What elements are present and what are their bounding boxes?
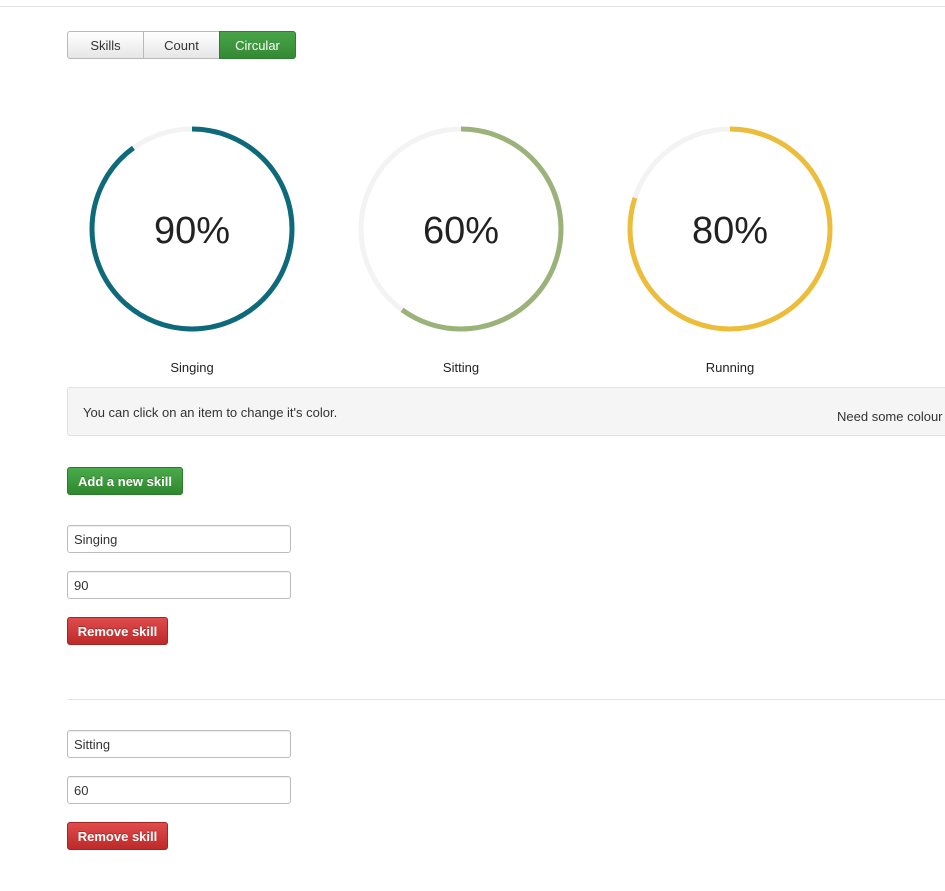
remove-skill-button[interactable]: Remove skill bbox=[67, 822, 168, 850]
skill-name-input[interactable] bbox=[67, 730, 291, 758]
skill-value-input[interactable] bbox=[67, 571, 291, 599]
skill-name-input[interactable] bbox=[67, 525, 291, 553]
skill-label: Sitting bbox=[442, 360, 480, 375]
editor-divider bbox=[67, 699, 945, 700]
tab-skills[interactable]: Skills bbox=[67, 31, 144, 59]
skill-circle-running[interactable]: 80% Running bbox=[625, 124, 835, 375]
tab-circular[interactable]: Circular bbox=[219, 31, 296, 59]
view-switcher: Skills Count Circular bbox=[67, 31, 296, 59]
skill-label: Singing bbox=[170, 360, 214, 375]
info-box: You can click on an item to change it's … bbox=[67, 387, 945, 436]
top-divider bbox=[0, 6, 945, 7]
skill-value-input[interactable] bbox=[67, 776, 291, 804]
tab-count[interactable]: Count bbox=[143, 31, 220, 59]
skill-percent: 60% bbox=[422, 210, 500, 252]
skill-circle-singing[interactable]: 90% Singing bbox=[87, 124, 297, 375]
colour-help-link[interactable]: Need some colour i bbox=[837, 409, 945, 424]
remove-skill-button[interactable]: Remove skill bbox=[67, 617, 168, 645]
skill-label: Running bbox=[705, 360, 755, 375]
skill-circle-sitting[interactable]: 60% Sitting bbox=[356, 124, 566, 375]
skill-percent: 90% bbox=[153, 210, 231, 252]
add-skill-button[interactable]: Add a new skill bbox=[67, 467, 183, 495]
skill-percent: 80% bbox=[691, 210, 769, 252]
info-text: You can click on an item to change it's … bbox=[83, 405, 338, 420]
